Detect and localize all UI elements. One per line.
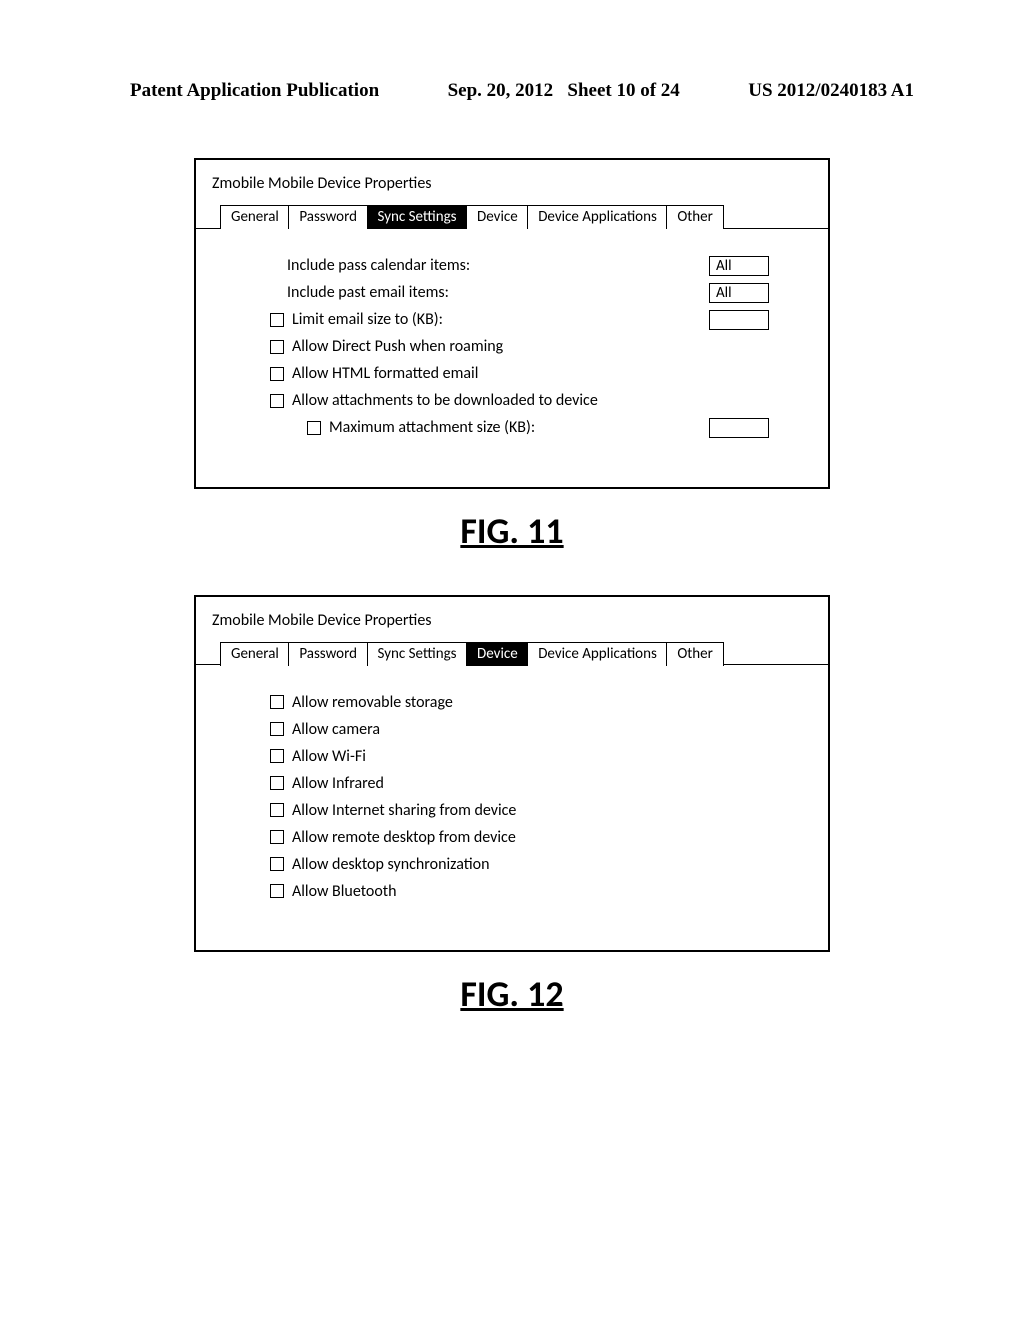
tab-device[interactable]: Device — [466, 205, 529, 229]
page-header: Patent Application Publication Sep. 20, … — [0, 0, 1024, 118]
setting-label: Maximum attachment size (KB): — [329, 418, 709, 437]
setting-label: Include past email items: — [287, 283, 709, 302]
setting-row: Allow HTML formatted email — [225, 362, 799, 386]
figure-label: FIG. 11 — [0, 509, 1024, 553]
setting-label: Allow Infrared — [292, 774, 799, 793]
checkbox[interactable] — [270, 313, 284, 327]
value-field[interactable] — [709, 418, 769, 438]
tab-row: GeneralPasswordSync SettingsDeviceDevice… — [196, 203, 828, 229]
value-field[interactable]: All — [709, 283, 769, 303]
setting-label: Allow Bluetooth — [292, 882, 799, 901]
setting-row: Allow Wi-Fi — [225, 744, 799, 768]
tab-content: Allow removable storage Allow camera Allow… — [194, 664, 830, 952]
tab-other[interactable]: Other — [666, 205, 724, 229]
window-title: Zmobile Mobile Device Properties — [196, 166, 828, 203]
setting-label: Limit email size to (KB): — [292, 310, 709, 329]
checkbox[interactable] — [270, 722, 284, 736]
setting-row: Allow removable storage — [225, 690, 799, 714]
setting-label: Allow Internet sharing from device — [292, 801, 799, 820]
checkbox[interactable] — [270, 884, 284, 898]
setting-row: Allow Direct Push when roaming — [225, 335, 799, 359]
value-field[interactable]: All — [709, 256, 769, 276]
tab-sync-settings[interactable]: Sync Settings — [367, 642, 468, 666]
tab-row: GeneralPasswordSync SettingsDeviceDevice… — [196, 640, 828, 666]
setting-label: Allow HTML formatted email — [292, 364, 799, 383]
header-center: Sep. 20, 2012 Sheet 10 of 24 — [448, 80, 680, 102]
checkbox[interactable] — [270, 695, 284, 709]
checkbox[interactable] — [270, 367, 284, 381]
checkbox[interactable] — [270, 749, 284, 763]
publication-number: US 2012/0240183 A1 — [748, 80, 914, 102]
setting-row: Include past email items:All — [225, 281, 799, 305]
tab-device[interactable]: Device — [466, 642, 529, 666]
setting-label: Allow attachments to be downloaded to de… — [292, 391, 799, 410]
checkbox[interactable] — [270, 776, 284, 790]
tab-device-applications[interactable]: Device Applications — [527, 642, 668, 666]
tab-other[interactable]: Other — [666, 642, 724, 666]
checkbox[interactable] — [307, 421, 321, 435]
figure-label: FIG. 12 — [0, 972, 1024, 1016]
tab-sync-settings[interactable]: Sync Settings — [367, 205, 468, 229]
checkbox[interactable] — [270, 803, 284, 817]
setting-label: Allow desktop synchronization — [292, 855, 799, 874]
properties-dialog: Zmobile Mobile Device PropertiesGeneralP… — [194, 158, 830, 489]
setting-row: Allow remote desktop from device — [225, 825, 799, 849]
setting-row: Allow desktop synchronization — [225, 852, 799, 876]
setting-label: Allow camera — [292, 720, 799, 739]
setting-row: Allow Internet sharing from device — [225, 798, 799, 822]
setting-row: Allow attachments to be downloaded to de… — [225, 389, 799, 413]
setting-row: Limit email size to (KB): — [225, 308, 799, 332]
value-field[interactable] — [709, 310, 769, 330]
setting-row: Include pass calendar items:All — [225, 254, 799, 278]
checkbox[interactable] — [270, 857, 284, 871]
tab-content: Include pass calendar items:AllInclude p… — [194, 228, 830, 489]
setting-row: Allow Infrared — [225, 771, 799, 795]
setting-row: Allow camera — [225, 717, 799, 741]
properties-dialog: Zmobile Mobile Device PropertiesGeneralP… — [194, 595, 830, 953]
setting-label: Allow Direct Push when roaming — [292, 337, 799, 356]
setting-row: Allow Bluetooth — [225, 879, 799, 903]
setting-label: Allow remote desktop from device — [292, 828, 799, 847]
setting-label: Allow removable storage — [292, 693, 799, 712]
setting-row: Maximum attachment size (KB): — [225, 416, 799, 440]
checkbox[interactable] — [270, 340, 284, 354]
sheet-number: Sheet 10 of 24 — [567, 80, 679, 101]
tab-password[interactable]: Password — [288, 642, 368, 666]
tab-general[interactable]: General — [220, 642, 290, 666]
tab-device-applications[interactable]: Device Applications — [527, 205, 668, 229]
window-title: Zmobile Mobile Device Properties — [196, 603, 828, 640]
setting-label: Allow Wi-Fi — [292, 747, 799, 766]
tab-password[interactable]: Password — [288, 205, 368, 229]
setting-label: Include pass calendar items: — [287, 256, 709, 275]
pub-date: Sep. 20, 2012 — [448, 80, 554, 101]
publication-label: Patent Application Publication — [130, 80, 379, 102]
patent-page: Patent Application Publication Sep. 20, … — [0, 0, 1024, 1016]
checkbox[interactable] — [270, 830, 284, 844]
checkbox[interactable] — [270, 394, 284, 408]
tab-general[interactable]: General — [220, 205, 290, 229]
figure-area: Zmobile Mobile Device PropertiesGeneralP… — [0, 118, 1024, 1016]
